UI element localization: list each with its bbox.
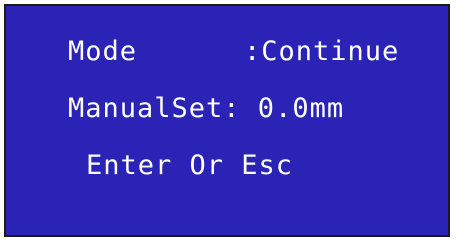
enter-or-esc-prompt: Enter Or Esc: [86, 150, 294, 181]
mode-value: :Continue: [244, 36, 400, 67]
mode-label: Mode: [68, 36, 138, 67]
manual-set-readout: ManualSet: 0.0mm: [68, 93, 345, 124]
lcd-screen: Mode :Continue ManualSet: 0.0mm Enter Or…: [4, 4, 450, 237]
